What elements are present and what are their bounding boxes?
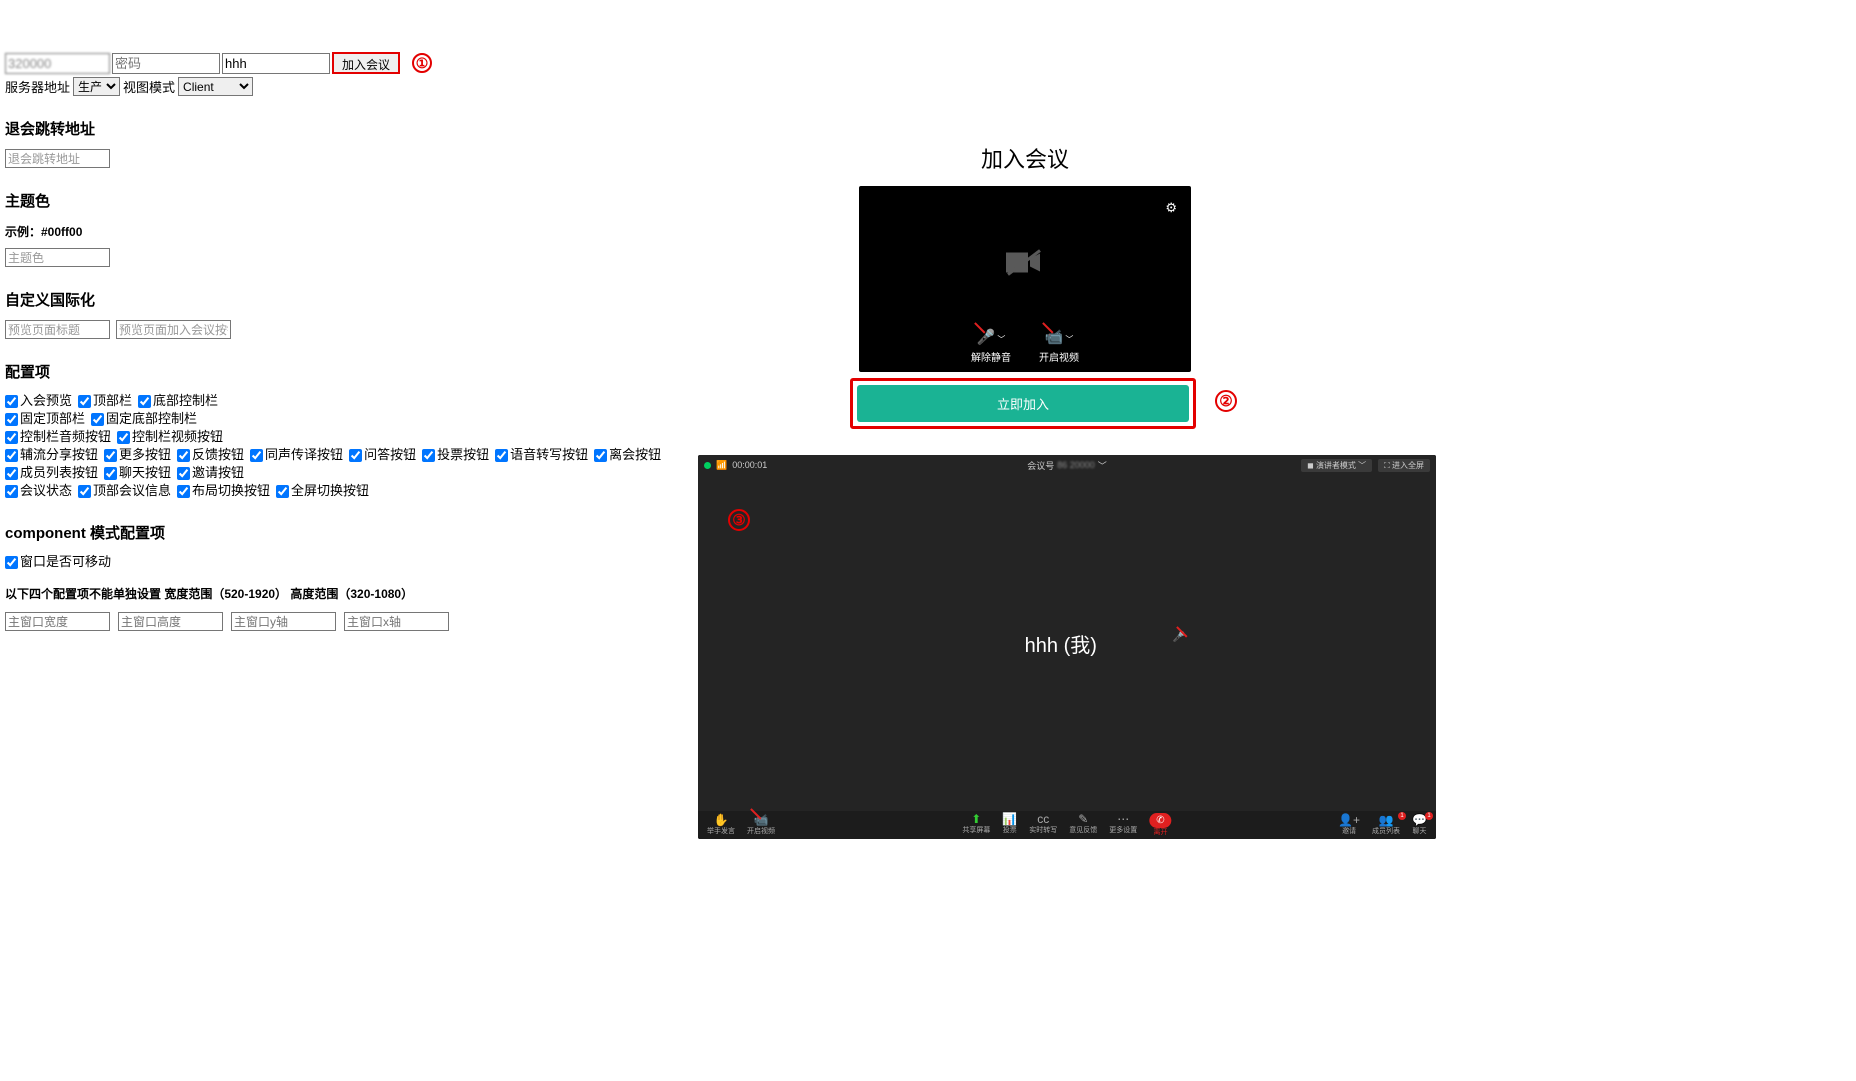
config-option[interactable]: 顶部会议信息 <box>78 482 171 500</box>
config-option[interactable]: 离会按钮 <box>594 446 661 464</box>
marker-2: ② <box>1215 390 1237 412</box>
window-y-input[interactable] <box>231 612 336 631</box>
join-panel-title: 加入会议 <box>850 142 1200 174</box>
theme-input[interactable] <box>5 248 110 267</box>
component-heading: component 模式配置项 <box>5 522 695 543</box>
config-option[interactable]: 语音转写按钮 <box>495 446 588 464</box>
config-option[interactable]: 同声传译按钮 <box>250 446 343 464</box>
server-address-label: 服务器地址 <box>5 77 70 96</box>
meeting-timer: 00:00:01 <box>732 460 767 470</box>
i18n-heading: 自定义国际化 <box>5 289 695 310</box>
vote-button[interactable]: 📊投票 <box>997 813 1022 837</box>
share-screen-button[interactable]: ⬆共享屏幕 <box>957 813 995 837</box>
config-option[interactable]: 反馈按钮 <box>177 446 244 464</box>
preview-title-input[interactable] <box>5 320 110 339</box>
config-option[interactable]: 顶部栏 <box>78 392 132 410</box>
video-preview: ⚙ 🎤﹀ 解除静音 📹﹀ 开启视频 <box>859 186 1191 372</box>
raise-hand-button[interactable]: ✋举手发言 <box>702 814 740 836</box>
settings-icon[interactable]: ⚙ <box>1165 200 1177 216</box>
marker-1: ① <box>412 53 432 73</box>
meeting-id-label: 会议号 <box>1027 459 1054 472</box>
meeting-id-input[interactable] <box>5 53 110 74</box>
chevron-down-icon[interactable]: ﹀ <box>1098 459 1107 472</box>
config-option[interactable]: 聊天按钮 <box>104 464 171 482</box>
participant-name: hhh (我) <box>1025 629 1097 658</box>
chat-button[interactable]: 💬聊天1 <box>1407 814 1432 836</box>
view-mode-label: 视图模式 <box>123 77 175 96</box>
open-video-button[interactable]: 📹﹀ 开启视频 <box>1039 328 1079 364</box>
join-meeting-button[interactable]: 加入会议 <box>332 52 400 74</box>
leave-button[interactable]: ✆离开 <box>1144 813 1176 837</box>
members-button[interactable]: 👥成员列表1 <box>1367 814 1405 836</box>
fullscreen-button[interactable]: ⛶ 进入全屏 <box>1378 459 1430 472</box>
leave-url-heading: 退会跳转地址 <box>5 118 695 139</box>
server-select[interactable]: 生产 <box>73 77 120 96</box>
mic-muted-icon: 🎤 <box>1173 632 1185 643</box>
transcribe-button[interactable]: cc实时转写 <box>1024 813 1062 837</box>
invite-button[interactable]: 👤+邀请 <box>1333 814 1365 836</box>
join-now-button[interactable]: 立即加入 <box>857 385 1189 422</box>
feedback-button[interactable]: ✎意见反馈 <box>1064 813 1102 837</box>
config-option[interactable]: 控制栏音频按钮 <box>5 428 111 446</box>
camera-off-icon <box>1004 242 1046 287</box>
unmute-button[interactable]: 🎤﹀ 解除静音 <box>971 328 1011 364</box>
config-option[interactable]: 全屏切换按钮 <box>276 482 369 500</box>
marker-3: ③ <box>728 509 750 531</box>
config-option[interactable]: 固定底部控制栏 <box>91 410 197 428</box>
config-option[interactable]: 控制栏视频按钮 <box>117 428 223 446</box>
name-input[interactable] <box>222 53 330 74</box>
window-height-input[interactable] <box>118 612 223 631</box>
config-option[interactable]: 底部控制栏 <box>138 392 218 410</box>
config-option[interactable]: 固定顶部栏 <box>5 410 85 428</box>
theme-example: 示例：#00ff00 <box>5 223 695 240</box>
meeting-window: 📶 00:00:01 会议号 86 20000 ﹀ ◼ 演讲者模式 ﹀ ⛶ 进入… <box>698 455 1436 839</box>
config-option[interactable]: 问答按钮 <box>349 446 416 464</box>
meeting-id-value: 86 20000 <box>1057 460 1095 470</box>
window-x-input[interactable] <box>344 612 449 631</box>
more-button[interactable]: ⋯更多设置 <box>1104 813 1142 837</box>
view-mode-select[interactable]: Client <box>178 77 253 96</box>
leave-url-input[interactable] <box>5 149 110 168</box>
connection-status-icon <box>704 462 711 469</box>
config-heading: 配置项 <box>5 361 695 382</box>
theme-heading: 主题色 <box>5 190 695 211</box>
config-option[interactable]: 邀请按钮 <box>177 464 244 482</box>
speaker-mode-button[interactable]: ◼ 演讲者模式 ﹀ <box>1301 459 1372 472</box>
toolbar-video-button[interactable]: 📹开启视频 <box>742 814 780 836</box>
window-moveable-checkbox[interactable]: 窗口是否可移动 <box>5 553 111 571</box>
config-option[interactable]: 成员列表按钮 <box>5 464 98 482</box>
config-option[interactable]: 布局切换按钮 <box>177 482 270 500</box>
config-option[interactable]: 更多按钮 <box>104 446 171 464</box>
config-option[interactable]: 入会预览 <box>5 392 72 410</box>
config-option[interactable]: 辅流分享按钮 <box>5 446 98 464</box>
dimension-note: 以下四个配置项不能单独设置 宽度范围（520-1920） 高度范围（320-10… <box>5 585 695 602</box>
config-option[interactable]: 投票按钮 <box>422 446 489 464</box>
config-checkboxes: 入会预览顶部栏底部控制栏固定顶部栏固定底部控制栏控制栏音频按钮控制栏视频按钮 辅… <box>5 392 695 500</box>
window-width-input[interactable] <box>5 612 110 631</box>
password-input[interactable] <box>112 53 220 74</box>
config-option[interactable]: 会议状态 <box>5 482 72 500</box>
preview-join-btn-text-input[interactable] <box>116 320 231 339</box>
signal-icon: 📶 <box>716 460 727 471</box>
